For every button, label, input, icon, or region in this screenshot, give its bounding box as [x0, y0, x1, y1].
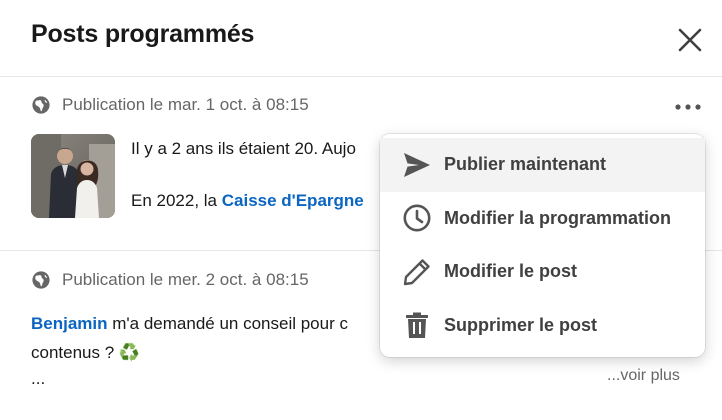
post-excerpt-line: Benjamin m'a demandé un conseil pour c [31, 314, 348, 334]
post-options-menu: Publier maintenant Modifier la programma… [380, 134, 705, 357]
clock-icon [403, 204, 431, 232]
post-schedule-text: Publication le mer. 2 oct. à 08:15 [62, 270, 309, 289]
globe-icon [32, 271, 50, 289]
person-mention-link[interactable]: Benjamin [31, 314, 108, 333]
post-excerpt-line: Il y a 2 ans ils étaient 20. Aujo [131, 139, 356, 158]
post-meta: Publication le mar. 1 oct. à 08:15 [31, 95, 309, 115]
post-excerpt-text: En 2022, la [131, 191, 222, 210]
close-icon[interactable] [672, 22, 708, 58]
menu-item-label: Supprimer le post [444, 314, 598, 335]
menu-item-label: Modifier la programmation [444, 207, 672, 228]
company-mention-link[interactable]: Caisse d'Epargne [222, 191, 364, 210]
more-options-icon[interactable] [672, 95, 704, 119]
post-excerpt-text: m'a demandé un conseil pour c [107, 314, 348, 333]
modal-header: Posts programmés [0, 0, 722, 77]
pencil-icon [403, 259, 430, 285]
post-schedule-text: Publication le mar. 1 oct. à 08:15 [62, 95, 309, 114]
post-excerpt-line: contenus ? ♻️ [31, 343, 141, 362]
see-more-link[interactable]: ...voir plus [607, 367, 680, 385]
menu-item-label: Modifier le post [444, 261, 578, 282]
menu-item-label: Publier maintenant [444, 154, 607, 175]
post-thumbnail [31, 134, 115, 218]
send-icon [404, 152, 430, 177]
menu-item-edit-schedule[interactable]: Modifier la programmation [380, 192, 705, 246]
globe-icon [32, 96, 50, 114]
trash-icon [406, 312, 428, 339]
menu-item-edit-post[interactable]: Modifier le post [380, 245, 705, 299]
post-excerpt-line: En 2022, la Caisse d'Epargne [131, 191, 364, 211]
menu-item-delete-post[interactable]: Supprimer le post [380, 299, 705, 353]
post-meta: Publication le mer. 2 oct. à 08:15 [31, 270, 309, 290]
page-title: Posts programmés [31, 20, 255, 48]
menu-item-publish-now[interactable]: Publier maintenant [380, 138, 705, 192]
post-excerpt-ellipsis: ... [31, 369, 46, 388]
